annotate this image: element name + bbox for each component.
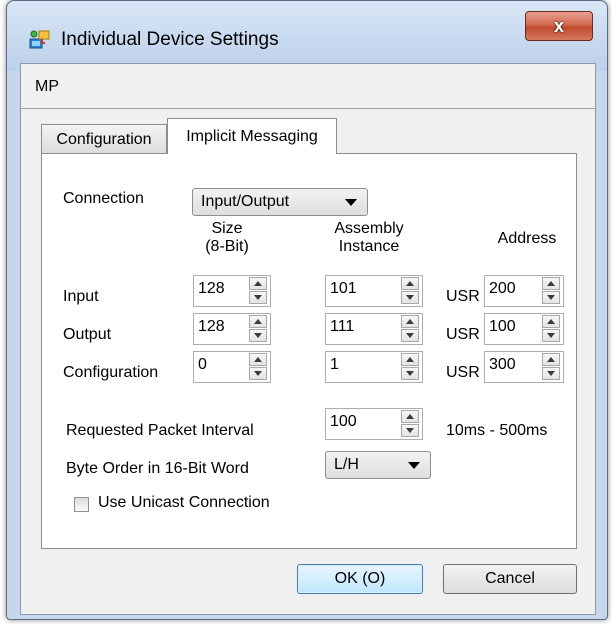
row-label-output: Output (63, 326, 112, 343)
input-instance-stepper[interactable]: 101 (325, 275, 423, 307)
input-instance-value: 101 (330, 280, 357, 297)
close-icon: x (553, 15, 564, 36)
instance-header: Assembly Instance (314, 220, 424, 256)
device-settings-icon (29, 30, 50, 49)
output-address-stepper[interactable]: 100 (484, 313, 564, 345)
spin-up-icon[interactable] (542, 315, 560, 328)
instance-header-line1: Assembly (334, 220, 404, 237)
configuration-address-stepper[interactable]: 300 (484, 351, 564, 383)
rpi-range: 10ms - 500ms (446, 422, 548, 439)
output-instance-stepper[interactable]: 111 (325, 313, 423, 345)
spin-down-icon[interactable] (401, 291, 419, 304)
header-divider (21, 108, 595, 109)
input-size-stepper[interactable]: 128 (193, 275, 271, 307)
configuration-size-stepper[interactable]: 0 (193, 351, 271, 383)
connection-select[interactable]: Input/Output (192, 188, 368, 216)
implicit-messaging-panel: Connection Input/Output Size (8-Bit) Ass… (41, 153, 577, 549)
output-instance-value: 111 (330, 318, 355, 335)
configuration-instance-stepper[interactable]: 1 (325, 351, 423, 383)
configuration-address-prefix: USR (446, 364, 480, 381)
spin-up-icon[interactable] (249, 353, 267, 366)
address-header: Address (497, 230, 557, 247)
size-header-line2: (8-Bit) (205, 238, 249, 255)
ok-button[interactable]: OK (O) (297, 564, 423, 594)
window-title: Individual Device Settings (61, 29, 279, 50)
output-size-value: 128 (198, 318, 225, 335)
output-size-stepper[interactable]: 128 (193, 313, 271, 345)
output-address-value: 100 (489, 318, 516, 335)
spin-up-icon[interactable] (401, 410, 419, 423)
client-area: MP Configuration Implicit Messaging Conn… (20, 63, 596, 615)
byte-order-label: Byte Order in 16-Bit Word (66, 460, 249, 477)
unicast-checkbox[interactable] (74, 497, 89, 512)
input-address-value: 200 (489, 280, 516, 297)
size-header: Size (8-Bit) (192, 220, 262, 256)
spin-down-icon[interactable] (249, 329, 267, 342)
spin-up-icon[interactable] (249, 277, 267, 290)
spin-up-icon[interactable] (401, 315, 419, 328)
tab-implicit-messaging[interactable]: Implicit Messaging (167, 118, 337, 154)
spin-down-icon[interactable] (542, 367, 560, 380)
byte-order-value: L/H (334, 456, 359, 473)
tab-configuration[interactable]: Configuration (41, 124, 167, 154)
dialog-window: Individual Device Settings x MP Configur… (6, 0, 608, 620)
configuration-size-value: 0 (198, 356, 207, 373)
connection-value: Input/Output (201, 193, 290, 210)
rpi-stepper[interactable]: 100 (325, 408, 423, 440)
spin-up-icon[interactable] (401, 277, 419, 290)
spin-up-icon[interactable] (542, 353, 560, 366)
spin-down-icon[interactable] (542, 329, 560, 342)
spin-down-icon[interactable] (401, 367, 419, 380)
chevron-down-icon (345, 199, 357, 206)
device-name: MP (35, 78, 59, 95)
cancel-button[interactable]: Cancel (443, 564, 577, 594)
spin-up-icon[interactable] (249, 315, 267, 328)
configuration-address-value: 300 (489, 356, 516, 373)
title-bar[interactable]: Individual Device Settings (7, 1, 607, 71)
byte-order-select[interactable]: L/H (325, 451, 431, 479)
unicast-label[interactable]: Use Unicast Connection (98, 494, 270, 512)
spin-up-icon[interactable] (401, 353, 419, 366)
spin-up-icon[interactable] (542, 277, 560, 290)
configuration-instance-value: 1 (330, 356, 339, 373)
input-size-value: 128 (198, 280, 225, 297)
row-label-configuration: Configuration (63, 364, 159, 381)
rpi-value: 100 (330, 413, 357, 430)
spin-down-icon[interactable] (249, 367, 267, 380)
input-address-prefix: USR (446, 288, 480, 305)
row-label-input: Input (63, 288, 99, 305)
spin-down-icon[interactable] (401, 424, 419, 437)
output-address-prefix: USR (446, 326, 480, 343)
size-header-line1: Size (211, 220, 243, 237)
spin-down-icon[interactable] (249, 291, 267, 304)
connection-label: Connection (63, 190, 144, 207)
spin-down-icon[interactable] (542, 291, 560, 304)
chevron-down-icon (408, 462, 420, 469)
rpi-label: Requested Packet Interval (66, 422, 254, 439)
close-button[interactable]: x (525, 11, 593, 41)
input-address-stepper[interactable]: 200 (484, 275, 564, 307)
spin-down-icon[interactable] (401, 329, 419, 342)
instance-header-line2: Instance (338, 238, 400, 255)
